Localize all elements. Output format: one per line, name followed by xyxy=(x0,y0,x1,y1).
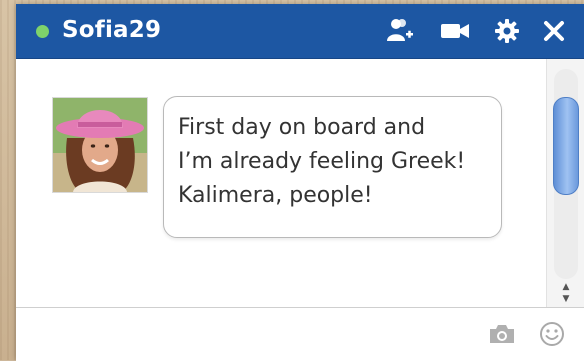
message-input[interactable] xyxy=(26,316,480,354)
add-friend-icon[interactable] xyxy=(383,15,417,47)
scroll-thumb[interactable] xyxy=(553,97,579,195)
camera-icon[interactable] xyxy=(485,318,519,350)
close-icon[interactable] xyxy=(537,15,571,47)
scroll-down-arrow-icon[interactable]: ▼ xyxy=(559,293,573,305)
message-area: First day on board and I’m already feeli… xyxy=(16,59,546,307)
status-online-indicator xyxy=(36,25,49,38)
scroll-up-arrow-icon[interactable]: ▲ xyxy=(559,281,573,293)
sender-avatar[interactable] xyxy=(52,97,148,193)
message-scrollbar[interactable]: ▲ ▼ xyxy=(546,59,584,307)
chat-titlebar: Sofia29 xyxy=(16,4,584,59)
message-text: First day on board and I’m already feeli… xyxy=(178,115,466,208)
settings-gear-icon[interactable] xyxy=(490,15,524,47)
chat-window: Sofia29 First day on board and I’m alrea… xyxy=(16,4,584,361)
message-composer xyxy=(16,307,584,361)
chat-username[interactable]: Sofia29 xyxy=(62,15,161,45)
smiley-icon[interactable] xyxy=(535,318,569,350)
video-call-icon[interactable] xyxy=(438,15,472,47)
